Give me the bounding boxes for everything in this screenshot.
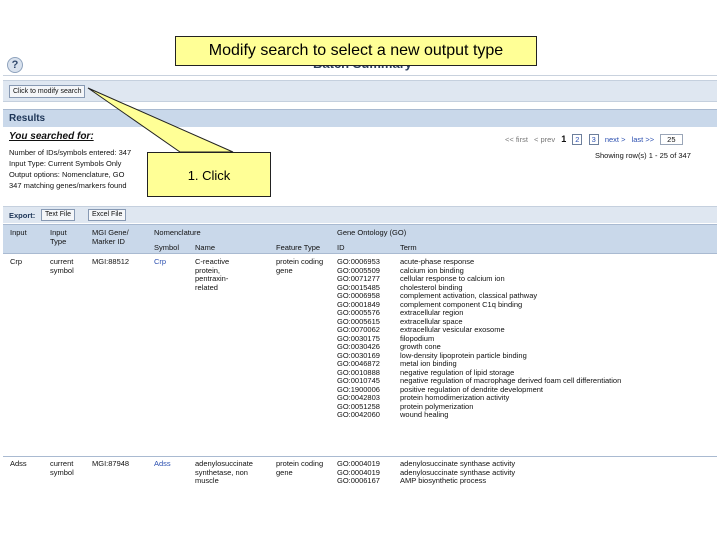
row1-name: C-reactive protein, pentraxin-related (195, 257, 230, 292)
col-nomenclature: Nomenclature (154, 228, 201, 237)
results-title: Results (9, 113, 46, 124)
col-input: Input (10, 228, 27, 237)
row2-go-ids: GO:0004019 GO:0004019 GO:0006167 (337, 459, 380, 486)
row1-marker-id: MGI:88512 (92, 257, 130, 266)
col-input-type: Input Type (50, 228, 67, 246)
row2-name: adenylosuccinate synthetase, non muscle (195, 459, 253, 485)
row1-go-terms: acute-phase response calcium ion binding c… (400, 257, 621, 420)
callout-modify-search: Modify search to select a new output typ… (175, 36, 537, 66)
pager-prev-link[interactable]: < prev (534, 135, 555, 144)
summary-ids-count: Number of IDs/symbols entered: 347 (9, 148, 132, 157)
row2-symbol-link[interactable]: Adss (154, 459, 171, 469)
go-id: GO:0042060 (337, 410, 380, 419)
row2-marker-id: MGI:87948 (92, 459, 130, 468)
row2-feature-type: protein coding gene (276, 459, 324, 477)
pager-first-link[interactable]: << first (505, 135, 528, 144)
export-bar: Export: Text File Excel File (3, 206, 717, 223)
row1-feature-type: protein coding gene (276, 257, 324, 275)
export-label: Export: (9, 211, 36, 220)
col-marker-id: MGI Gene/ Marker ID (92, 228, 129, 246)
pager-next-link[interactable]: next > (605, 135, 626, 144)
page-bottom-crop (0, 487, 720, 540)
go-id: GO:0006167 (337, 476, 380, 485)
page-size-select[interactable]: 25 (660, 134, 683, 145)
pager-page-2[interactable]: 2 (572, 134, 583, 145)
export-excel-file-button[interactable]: Excel File (88, 209, 127, 221)
summary-input-type: Input Type: Current Symbols Only (9, 159, 122, 168)
row1-input: Crp (10, 257, 23, 266)
export-text-file-button[interactable]: Text File (41, 209, 76, 221)
row2-go-terms: adenylosuccinate synthase activity adenyl… (400, 459, 515, 486)
row1-symbol-link[interactable]: Crp (154, 257, 166, 267)
col-name: Name (195, 243, 216, 252)
col-feature-type: Feature Type (276, 243, 321, 252)
col-go: Gene Ontology (GO) (337, 228, 407, 237)
row2-input: Adss (10, 459, 27, 468)
table-header: Input Input Type MGI Gene/ Marker ID Nom… (3, 224, 717, 254)
pager-page-3[interactable]: 3 (588, 134, 599, 145)
results-header: Results (3, 109, 717, 127)
help-icon[interactable]: ? (7, 57, 23, 73)
modify-search-bar: Click to modify search (3, 80, 717, 102)
showing-rows: Showing row(s) 1 - 25 of 347 (595, 151, 691, 160)
row-divider (3, 456, 717, 457)
row2-input-type: current symbol (50, 459, 74, 477)
modify-search-button[interactable]: Click to modify search (9, 85, 86, 98)
row1-go-ids: GO:0006953 GO:0005509 GO:0071277 GO:0015485… (337, 257, 380, 420)
go-term: AMP biosynthetic process (400, 476, 487, 485)
summary-matching: 347 matching genes/markers found (9, 181, 127, 190)
pager: << first < prev 1 2 3 next > last >> 25 (505, 134, 687, 145)
callout-click: 1. Click (147, 152, 271, 197)
go-term: wound healing (400, 410, 449, 419)
searched-for-heading: You searched for: (9, 131, 94, 142)
pager-last-link[interactable]: last >> (632, 135, 655, 144)
summary-output-options: Output options: Nomenclature, GO (9, 170, 125, 179)
col-symbol: Symbol (154, 243, 180, 252)
row1-input-type: current symbol (50, 257, 74, 275)
col-go-id: ID (337, 243, 345, 252)
pager-current-page: 1 (561, 134, 567, 144)
col-go-term: Term (400, 243, 417, 252)
